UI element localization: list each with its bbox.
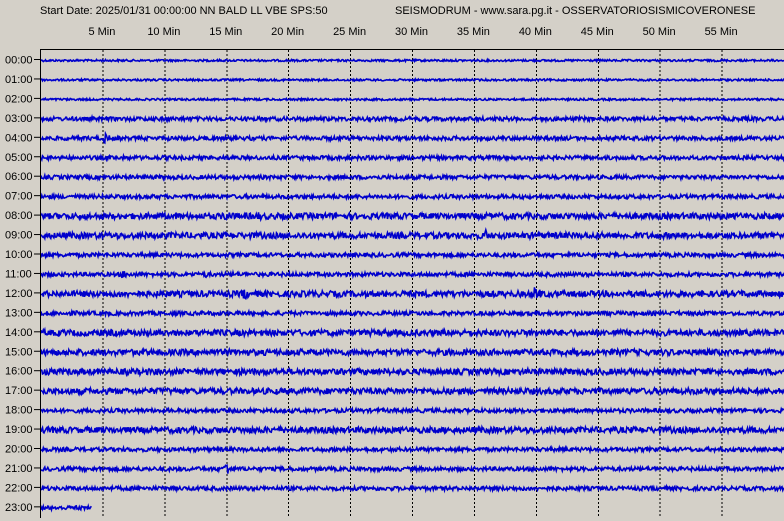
row-hour-label: 04:00 xyxy=(5,132,33,144)
row-hour-label: 18:00 xyxy=(5,405,33,417)
row-hour-label: 09:00 xyxy=(5,230,33,242)
seismic-trace xyxy=(40,268,784,280)
x-tick-label: 15 Min xyxy=(209,26,242,38)
seismic-trace xyxy=(40,424,784,437)
row-hour-label: 22:00 xyxy=(5,482,33,494)
seismic-trace xyxy=(40,96,784,103)
seismic-trace xyxy=(40,502,92,513)
row-hour-label: 20:00 xyxy=(5,444,33,456)
row-hour-label: 10:00 xyxy=(5,249,33,261)
x-tick-label: 50 Min xyxy=(643,26,676,38)
row-hour-label: 11:00 xyxy=(5,268,32,280)
y-axis-labels: 00:00 01:00 02:00 03:00 04:00 05:00 06:00 07:00… xyxy=(5,55,40,514)
seismic-trace xyxy=(40,76,784,83)
seismic-trace xyxy=(40,405,784,416)
row-hour-label: 12:00 xyxy=(5,288,33,300)
seismogram-canvas xyxy=(40,50,784,518)
row-hour-label: 02:00 xyxy=(5,93,33,105)
row-hour-label: 13:00 xyxy=(5,307,33,319)
seismic-trace xyxy=(40,483,784,494)
row-hour-label: 21:00 xyxy=(5,463,33,475)
x-tick-label: 5 Min xyxy=(88,26,115,38)
seismic-trace xyxy=(40,249,784,261)
x-tick-label: 40 Min xyxy=(519,26,552,38)
row-hour-label: 05:00 xyxy=(5,152,33,164)
row-hour-label: 01:00 xyxy=(5,74,33,86)
row-hour-label: 14:00 xyxy=(5,327,33,339)
row-hour-label: 08:00 xyxy=(5,210,33,222)
row-hour-label: 06:00 xyxy=(5,171,33,183)
x-tick-label: 55 Min xyxy=(705,26,738,38)
seismic-trace xyxy=(40,287,784,300)
row-hour-label: 15:00 xyxy=(5,346,33,358)
x-axis-ticks: 5 Min 10 Min 15 Min 20 Min 25 Min 30 Min 35 Mi… xyxy=(88,26,738,38)
seismic-trace xyxy=(40,113,784,124)
x-tick-label: 25 Min xyxy=(333,26,366,38)
x-tick-label: 35 Min xyxy=(457,26,490,38)
row-hour-label: 00:00 xyxy=(5,55,33,67)
row-hour-label: 19:00 xyxy=(5,424,33,436)
row-hour-label: 16:00 xyxy=(5,366,33,378)
row-hour-label: 23:00 xyxy=(5,502,33,514)
row-hour-label: 03:00 xyxy=(5,113,33,125)
x-tick-label: 10 Min xyxy=(147,26,180,38)
helicorder-plot xyxy=(40,49,784,518)
seismic-trace xyxy=(40,210,784,223)
x-tick-label: 20 Min xyxy=(271,26,304,38)
x-tick-label: 30 Min xyxy=(395,26,428,38)
x-tick-label: 45 Min xyxy=(581,26,614,38)
seismic-trace xyxy=(40,365,784,378)
row-hour-label: 17:00 xyxy=(5,385,33,397)
seismic-trace xyxy=(40,444,784,455)
row-hour-label: 07:00 xyxy=(5,191,33,203)
